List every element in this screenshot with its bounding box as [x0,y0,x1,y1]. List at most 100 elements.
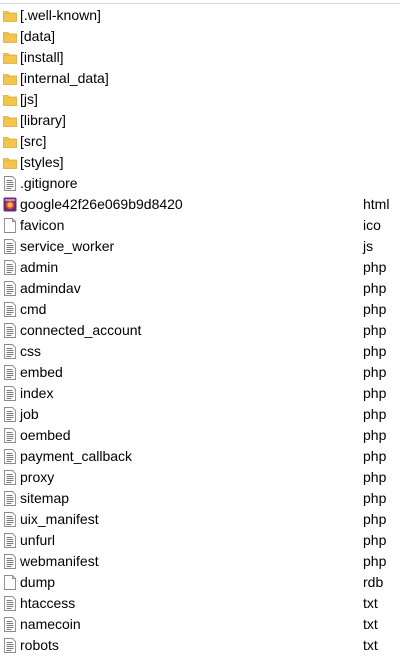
text-file-icon [3,470,17,485]
list-item[interactable]: connected_account php [0,320,420,341]
file-extension: php [363,322,387,338]
file-name: unfurl [20,532,56,548]
file-extension: php [363,385,387,401]
list-item[interactable]: admin php [0,257,420,278]
file-name: index [20,385,54,401]
text-file-icon [3,260,17,275]
file-name: payment_callback [20,448,133,464]
folder-icon [3,50,17,65]
file-name: [install] [20,49,64,65]
folder-icon [3,134,17,149]
file-extension: php [363,553,387,569]
list-item[interactable]: [install] [0,47,420,68]
text-file-icon [3,176,17,191]
file-name: robots [20,637,59,653]
list-item[interactable]: [js] [0,89,420,110]
file-extension: php [363,301,387,317]
folder-icon [3,8,17,23]
file-name: [styles] [20,154,64,170]
file-extension: txt [363,637,378,653]
text-file-icon [3,596,17,611]
file-name: favicon [20,217,65,233]
list-item[interactable]: sitemap php [0,488,420,509]
file-name: service_worker [20,238,115,254]
file-extension: js [363,238,374,254]
list-item[interactable]: [internal_data] [0,68,420,89]
list-item[interactable]: proxy php [0,467,420,488]
file-extension: php [363,469,387,485]
file-name: uix_manifest [20,511,99,527]
folder-icon [3,155,17,170]
file-extension: php [363,406,387,422]
folder-icon [3,29,17,44]
file-name: [js] [20,91,38,107]
file-name: [src] [20,133,47,149]
file-name: oembed [20,427,71,443]
file-name: namecoin [20,616,81,632]
text-file-icon [3,344,17,359]
list-item[interactable]: namecoin txt [0,614,420,635]
file-name: css [20,343,41,359]
file-name: [library] [20,112,66,128]
text-file-icon [3,617,17,632]
list-item[interactable]: unfurl php [0,530,420,551]
list-item[interactable]: robots txt [0,635,420,656]
file-extension: html [363,196,390,212]
file-name: admindav [20,280,81,296]
file-extension: php [363,280,387,296]
list-item[interactable]: [data] [0,26,420,47]
browser-file-icon [3,197,17,212]
file-name: embed [20,364,63,380]
list-item[interactable]: service_worker js [0,236,420,257]
file-extension: txt [363,595,378,611]
file-extension: rdb [363,574,384,590]
folder-icon [3,113,17,128]
list-item[interactable]: admindav php [0,278,420,299]
file-extension: php [363,259,387,275]
list-item[interactable]: webmanifest php [0,551,420,572]
file-extension: php [363,511,387,527]
text-file-icon [3,533,17,548]
text-file-icon [3,407,17,422]
file-name: dump [20,574,56,590]
list-item[interactable]: payment_callback php [0,446,420,467]
file-name: [internal_data] [20,70,109,86]
file-name: job [20,406,39,422]
text-file-icon [3,638,17,653]
file-name: google42f26e069b9d8420 [20,196,183,212]
file-list[interactable]: [.well-known] [data] [install] [internal_da… [0,5,420,656]
text-file-icon [3,281,17,296]
list-item[interactable]: .gitignore [0,173,420,194]
list-item[interactable]: [styles] [0,152,420,173]
file-name: connected_account [20,322,142,338]
list-item[interactable]: cmd php [0,299,420,320]
file-name: .gitignore [20,175,78,191]
file-extension: php [363,490,387,506]
list-item[interactable]: embed php [0,362,420,383]
file-extension: php [363,532,387,548]
list-item[interactable]: css php [0,341,420,362]
list-item[interactable]: dump rdb [0,572,420,593]
file-extension: php [363,364,387,380]
folder-icon [3,92,17,107]
file-name: htaccess [20,595,76,611]
list-item[interactable]: [.well-known] [0,5,420,26]
text-file-icon [3,554,17,569]
list-item[interactable]: htaccess txt [0,593,420,614]
list-item[interactable]: job php [0,404,420,425]
list-item[interactable]: uix_manifest php [0,509,420,530]
text-file-icon [3,365,17,380]
list-item[interactable]: [library] [0,110,420,131]
blank-file-icon [3,575,17,590]
file-extension: txt [363,616,378,632]
list-item[interactable]: favicon ico [0,215,420,236]
file-name: [.well-known] [20,7,101,23]
list-item[interactable]: oembed php [0,425,420,446]
list-item[interactable]: google42f26e069b9d8420 html [0,194,420,215]
text-file-icon [3,386,17,401]
file-name: [data] [20,28,56,44]
list-item[interactable]: index php [0,383,420,404]
text-file-icon [3,428,17,443]
text-file-icon [3,512,17,527]
list-item[interactable]: [src] [0,131,420,152]
